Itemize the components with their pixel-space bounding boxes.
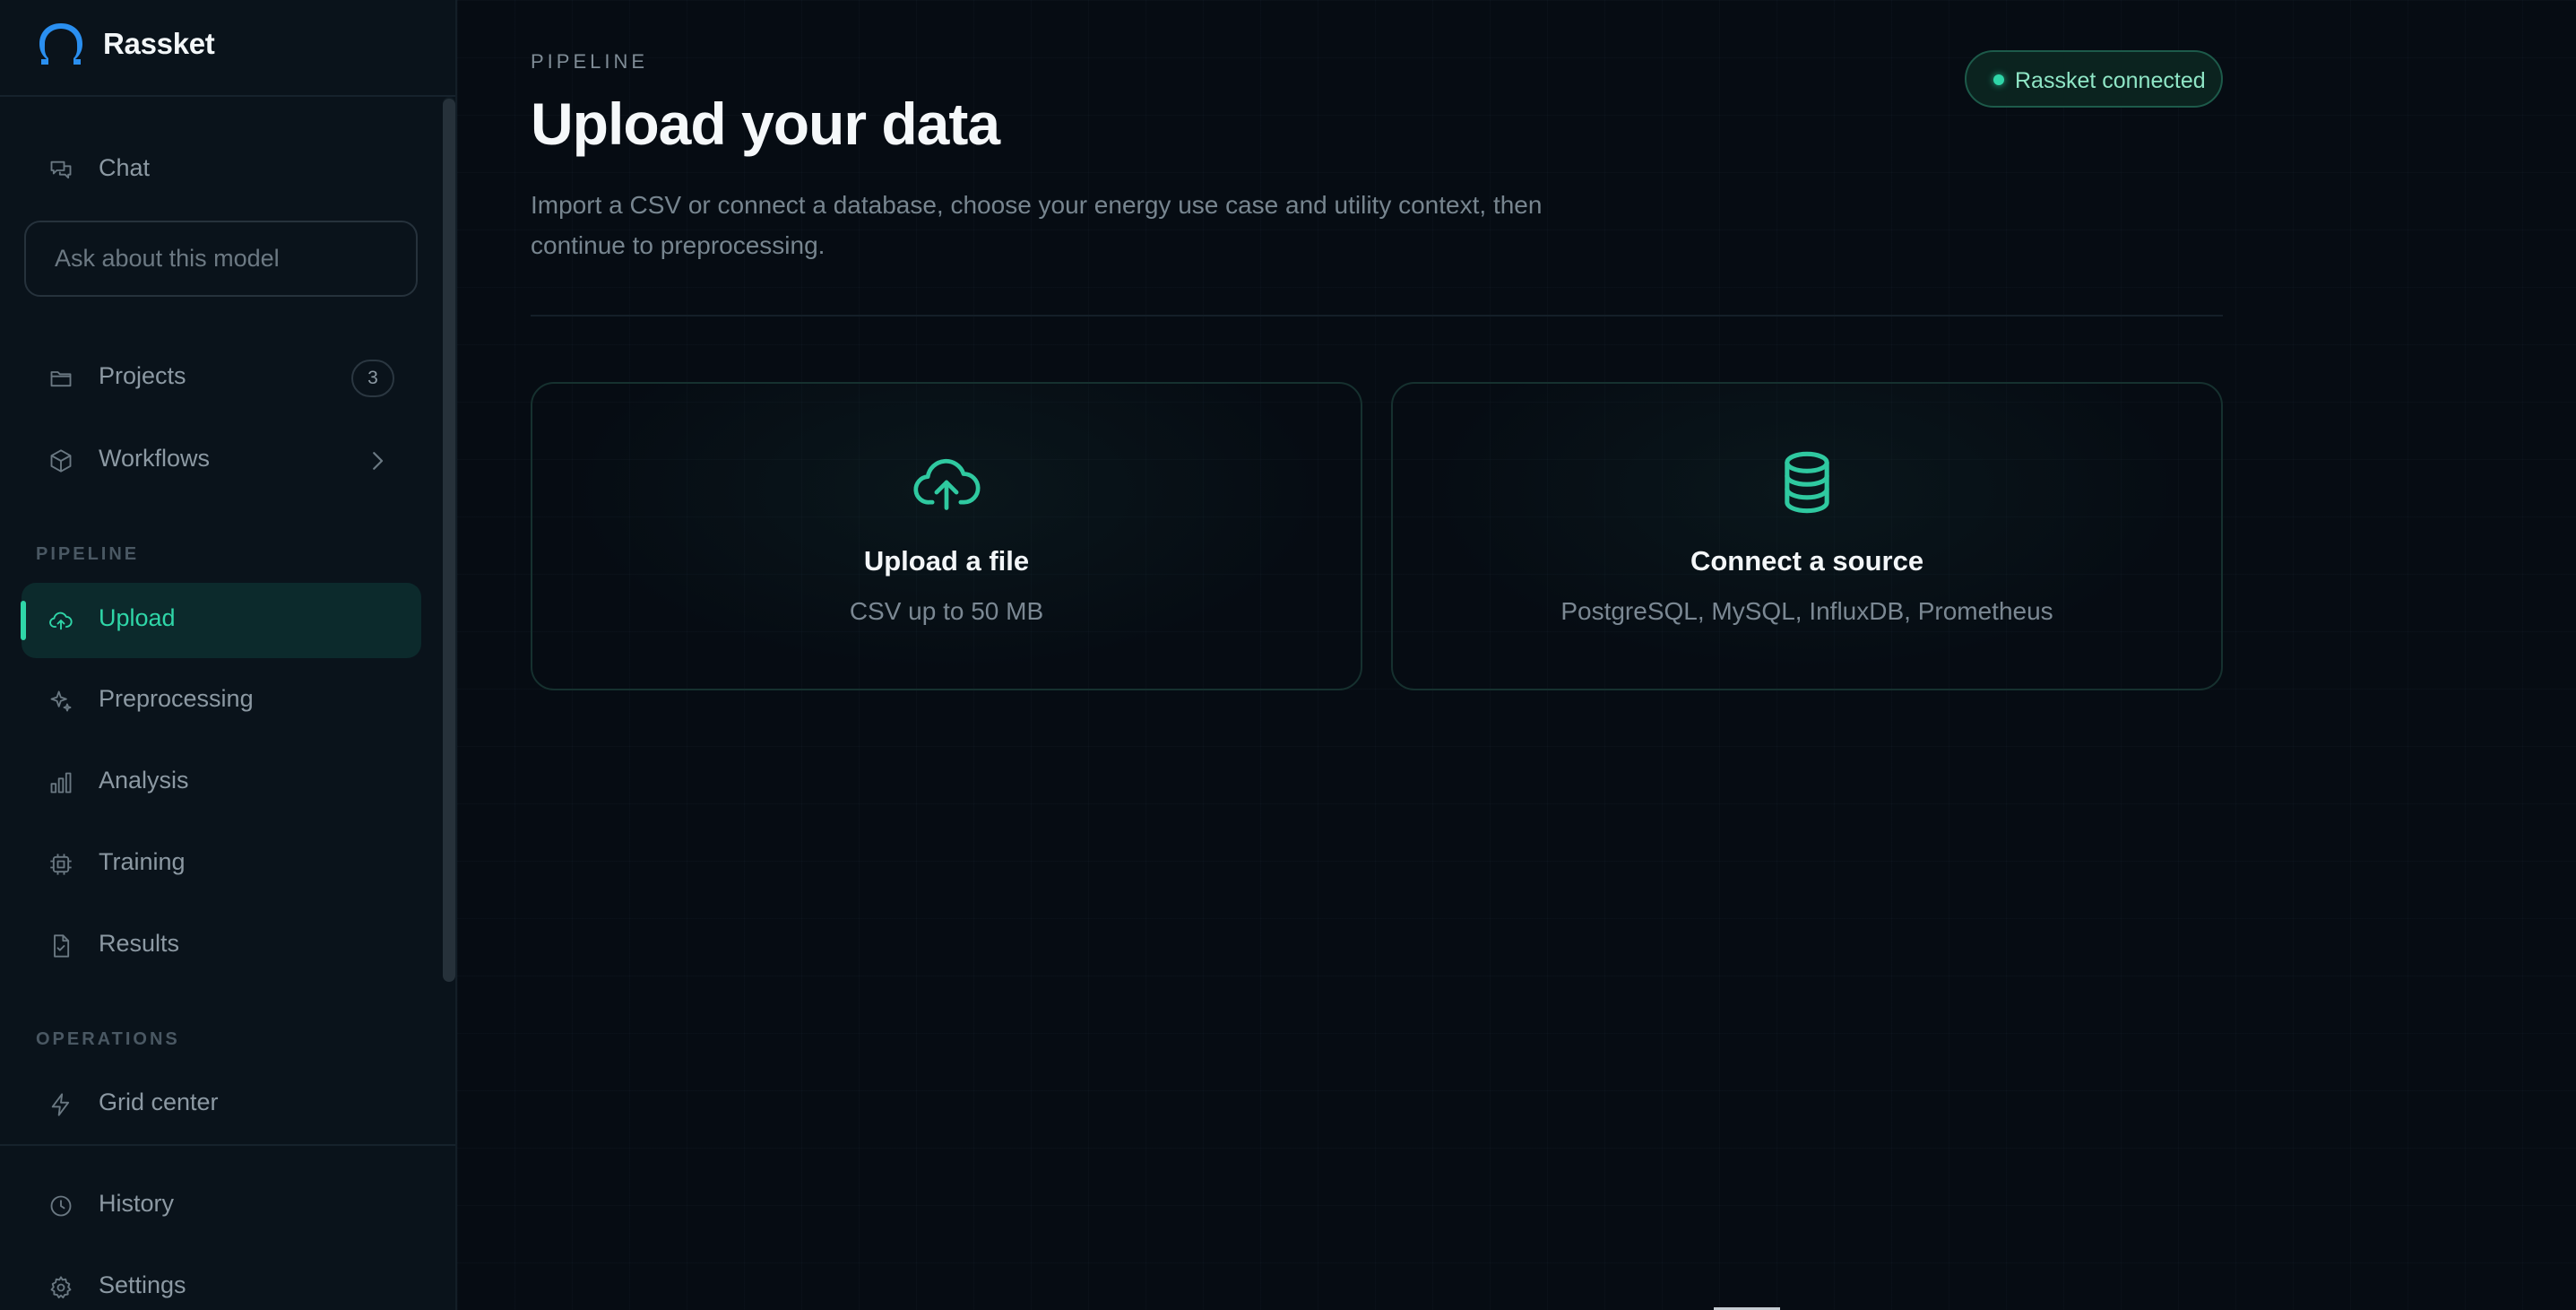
sidebar-item-preprocessing[interactable]: Preprocessing (22, 664, 421, 739)
sidebar-item-label: Upload (99, 604, 176, 631)
lightning-icon (48, 1092, 73, 1117)
sidebar-item-label: Projects (99, 362, 186, 389)
sidebar-item-upload[interactable]: Upload (21, 583, 421, 658)
sidebar-item-label: Preprocessing (99, 685, 254, 712)
gear-icon (48, 1275, 73, 1300)
section-heading-pipeline: PIPELINE (36, 544, 140, 564)
ask-model-input[interactable] (24, 221, 418, 297)
clock-icon (48, 1193, 73, 1219)
sidebar-item-label: Grid center (99, 1089, 219, 1115)
sidebar-item-grid-center[interactable]: Grid center (22, 1067, 421, 1142)
projects-count-badge: 3 (351, 360, 394, 397)
sidebar-scrollbar[interactable] (443, 97, 455, 982)
sidebar-item-label: Settings (99, 1271, 186, 1298)
card-title: Connect a source (1690, 545, 1924, 577)
app-root: Rassket Chat Projects 3 (0, 0, 2576, 1310)
sidebar-item-training[interactable]: Training (22, 827, 421, 902)
sidebar-item-label: Results (99, 930, 180, 957)
sidebar-item-label: History (99, 1190, 175, 1217)
sidebar-scrollbar-thumb[interactable] (443, 99, 455, 982)
brand-name: Rassket (103, 27, 215, 60)
folder-icon (48, 366, 73, 391)
status-dot-icon (1993, 74, 2004, 85)
sidebar-item-chat[interactable]: Chat (22, 133, 421, 208)
page-eyebrow: PIPELINE (531, 50, 649, 73)
page-description: Import a CSV or connect a database, choo… (531, 191, 1543, 259)
page-title: Upload your data (531, 91, 1000, 157)
main-content: PIPELINE Upload your data Import a CSV o… (457, 0, 2576, 1310)
rassket-logo-icon (39, 23, 82, 65)
section-heading-operations: OPERATIONS (36, 1029, 180, 1049)
sidebar-item-results[interactable]: Results (22, 908, 421, 984)
sidebar: Rassket Chat Projects 3 (0, 0, 457, 1310)
sidebar-item-projects[interactable]: Projects 3 (22, 341, 421, 416)
bar-chart-icon (48, 770, 73, 795)
chevron-right-icon (364, 447, 391, 474)
header-divider (531, 315, 2223, 317)
cloud-upload-icon (532, 448, 1361, 516)
sidebar-divider (0, 1144, 455, 1146)
status-text: Rassket connected (2015, 68, 2206, 93)
card-title: Upload a file (863, 545, 1030, 577)
sidebar-item-label: Analysis (99, 767, 189, 794)
sidebar-item-workflows[interactable]: Workflows (22, 423, 421, 499)
active-indicator (21, 601, 26, 640)
sidebar-item-history[interactable]: History (22, 1168, 421, 1244)
sidebar-item-settings[interactable]: Settings (22, 1250, 421, 1310)
cube-icon (48, 448, 73, 473)
connect-source-card[interactable]: Connect a source PostgreSQL, MySQL, Infl… (1391, 382, 2223, 690)
sidebar-item-label: Training (99, 848, 186, 875)
upload-file-card[interactable]: Upload a file CSV up to 50 MB (531, 382, 1362, 690)
file-check-icon (48, 933, 73, 959)
cpu-icon (48, 852, 73, 877)
card-subtitle: CSV up to 50 MB (849, 597, 1044, 625)
database-icon (1393, 448, 2221, 516)
sidebar-item-analysis[interactable]: Analysis (22, 745, 421, 820)
sparkles-icon (48, 689, 73, 714)
cloud-upload-icon (48, 608, 73, 633)
sidebar-item-label: Workflows (99, 445, 211, 472)
brand[interactable]: Rassket (0, 0, 455, 97)
connection-status-badge: Rassket connected (1965, 50, 2223, 108)
card-subtitle: PostgreSQL, MySQL, InfluxDB, Prometheus (1560, 597, 2053, 625)
sidebar-item-label: Chat (99, 154, 151, 181)
chat-bubbles-icon (48, 158, 73, 183)
